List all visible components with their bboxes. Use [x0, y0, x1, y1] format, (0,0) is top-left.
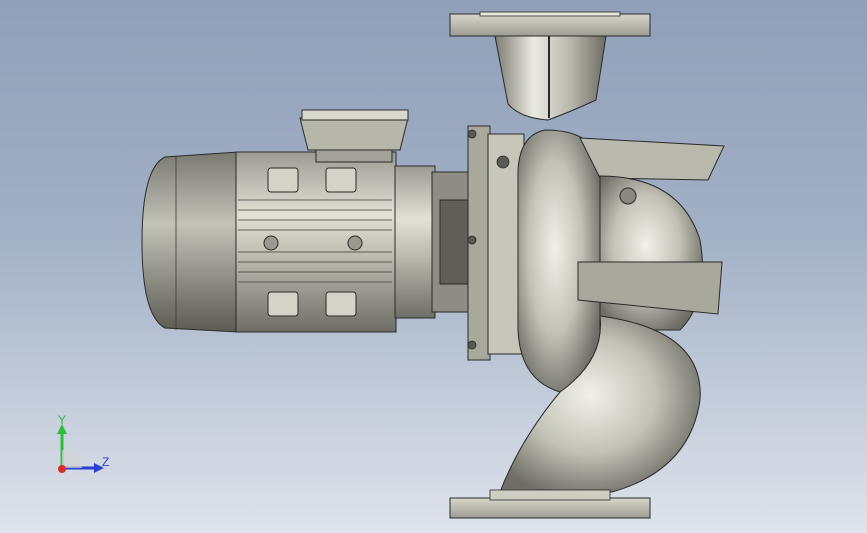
pump-motor-model[interactable]	[0, 0, 867, 533]
x-axis-point	[58, 465, 66, 473]
z-axis-label: Z	[102, 455, 110, 469]
pump-bracket	[467, 125, 525, 361]
y-axis-label: Y	[58, 413, 67, 427]
terminal-box	[299, 109, 409, 163]
motor-flange	[394, 165, 473, 319]
motor-fan-cover	[141, 151, 239, 333]
triad-plane	[62, 450, 82, 468]
coordinate-triad: Y Z	[48, 410, 118, 480]
cad-viewport[interactable]: Y Z	[0, 0, 867, 533]
discharge-pipe	[449, 11, 651, 121]
motor-body	[235, 151, 397, 333]
